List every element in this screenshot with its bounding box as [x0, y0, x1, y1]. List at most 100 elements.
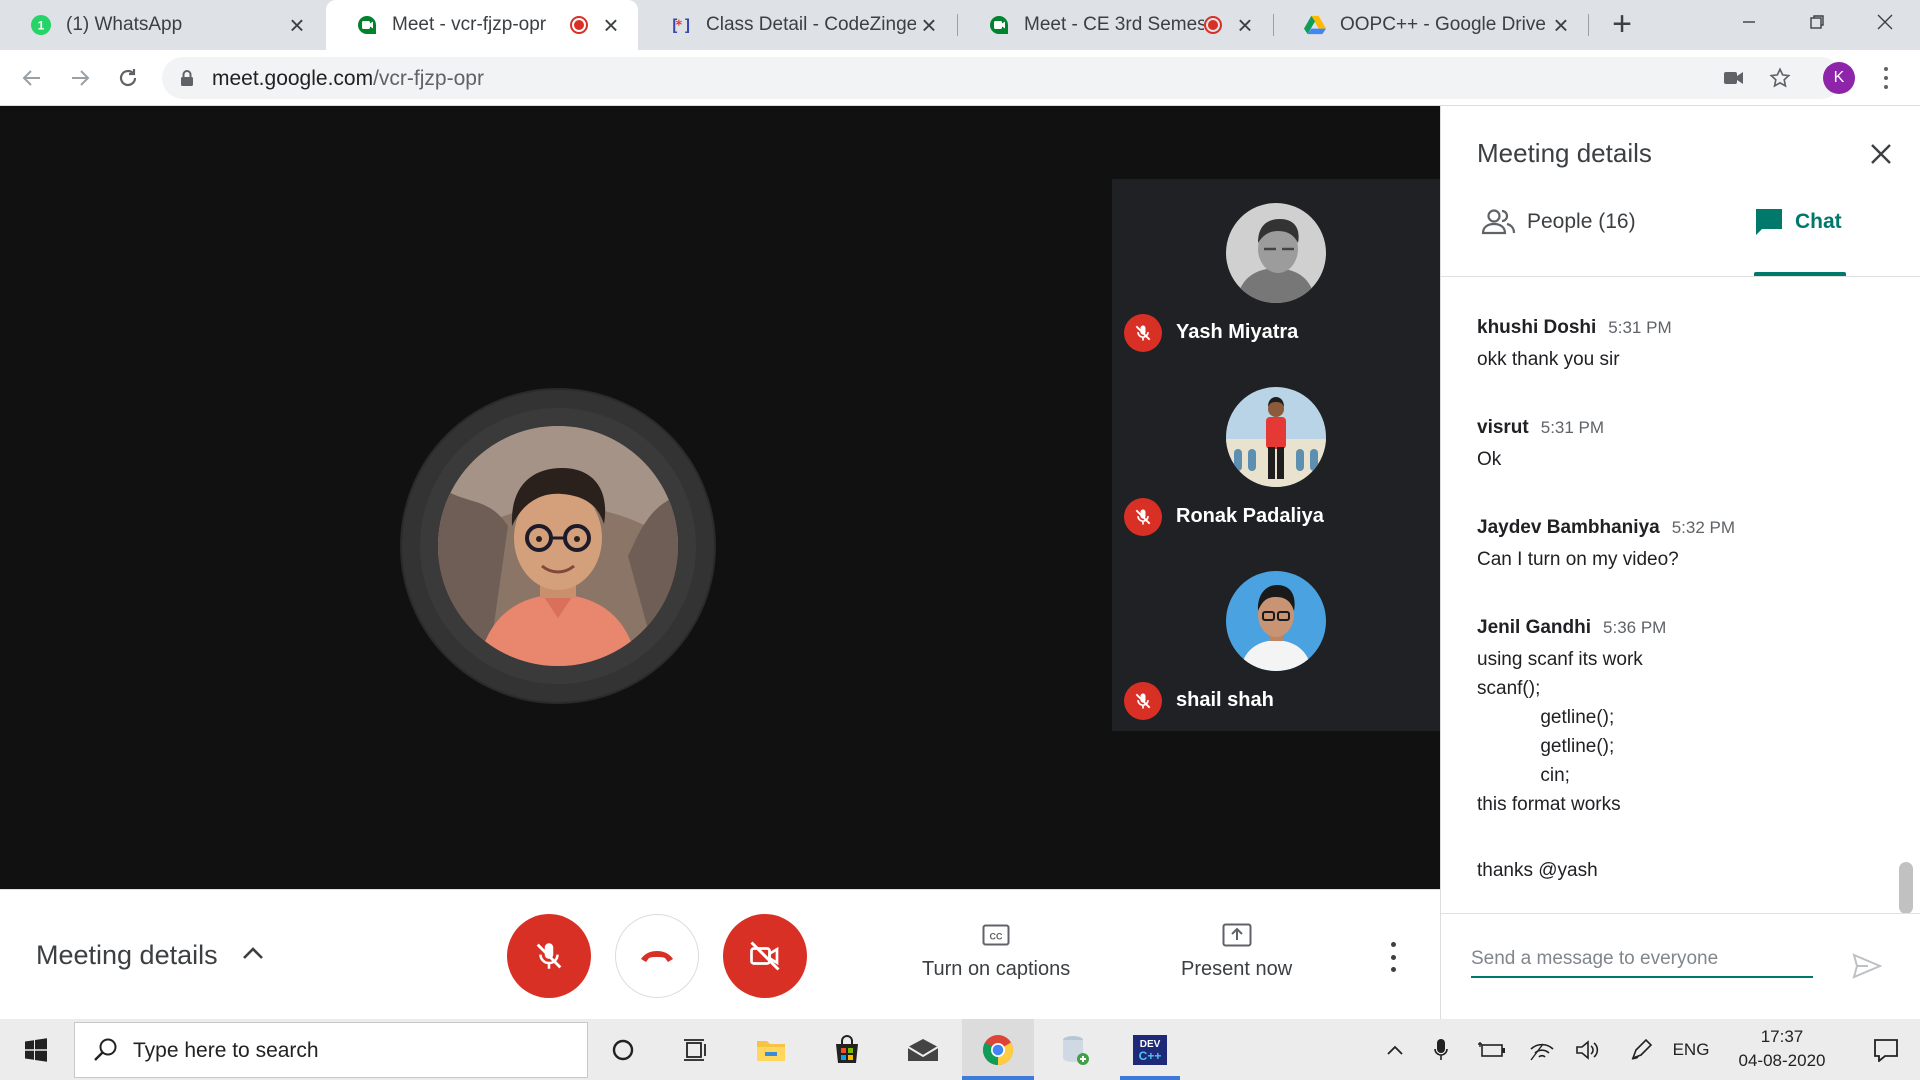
chat-bubble-icon — [1753, 207, 1785, 237]
close-icon[interactable] — [1867, 140, 1895, 168]
system-clock[interactable]: 17:37 04-08-2020 — [1722, 1025, 1842, 1073]
camera-off-icon — [750, 941, 780, 971]
browser-tab-strip: 1 (1) WhatsApp × Meet - vcr-fjzp-opr × [… — [0, 0, 1920, 50]
send-icon[interactable] — [1851, 950, 1883, 982]
chat-message: Jaydev Bambhaniya 5:32 PM Can I turn on … — [1477, 517, 1735, 571]
composer-divider — [1441, 913, 1920, 914]
tab-google-drive[interactable]: OOPC++ - Google Drive × — [1274, 0, 1588, 50]
chat-composer — [1471, 944, 1813, 978]
bookmark-star-icon[interactable] — [1768, 66, 1792, 90]
tab-title: Meet - vcr-fjzp-opr — [392, 14, 547, 35]
microsoft-store-icon[interactable] — [812, 1019, 882, 1080]
meeting-details-toggle[interactable]: Meeting details — [36, 940, 218, 971]
message-text: using scanf its work — [1477, 649, 1643, 670]
message-time: 5:31 PM — [1608, 318, 1672, 337]
chrome-taskbar-icon[interactable] — [962, 1019, 1034, 1080]
microphone-toggle-button[interactable] — [507, 914, 591, 998]
volume-icon[interactable] — [1570, 1019, 1606, 1080]
tab-codezinger[interactable]: [*] Class Detail - CodeZinger × — [640, 0, 956, 50]
microphone-tray-icon[interactable] — [1424, 1019, 1458, 1080]
database-app-icon[interactable] — [1040, 1019, 1110, 1080]
profile-avatar[interactable]: K — [1823, 62, 1855, 94]
pen-icon[interactable] — [1624, 1019, 1658, 1080]
participant-name: shail shah — [1176, 689, 1274, 711]
present-label: Present now — [1181, 958, 1293, 980]
input-language[interactable]: ENG — [1668, 1019, 1714, 1080]
clock-time: 17:37 — [1760, 1027, 1804, 1046]
back-arrow-icon[interactable] — [14, 60, 50, 96]
meeting-controls-bar: Meeting details CC Turn on captions Pres… — [0, 889, 1440, 1019]
chat-message: Jenil Gandhi 5:36 PM using scanf its wor… — [1477, 617, 1666, 816]
message-time: 5:36 PM — [1603, 618, 1667, 637]
meeting-stage: Yash Miyatra Ronak Padaliya shail shah — [0, 106, 1440, 889]
tab-close-icon[interactable]: × — [598, 12, 624, 38]
address-bar[interactable]: meet.google.com/vcr-fjzp-opr — [162, 57, 1842, 99]
recording-icon — [1204, 16, 1222, 34]
tab-people[interactable]: People (16) — [1481, 206, 1636, 238]
chat-scrollbar[interactable] — [1899, 862, 1913, 913]
action-center-icon[interactable] — [1852, 1019, 1920, 1080]
new-tab-button[interactable]: + — [1605, 7, 1639, 42]
tab-title: OOPC++ - Google Drive — [1340, 14, 1546, 35]
forward-arrow-icon[interactable] — [62, 60, 98, 96]
message-text: okk thank you sir — [1477, 349, 1620, 370]
tab-meet-active[interactable]: Meet - vcr-fjzp-opr × — [326, 0, 638, 50]
message-text: cin; — [1477, 765, 1570, 786]
chat-message-continued: thanks @yash — [1477, 860, 1598, 882]
chat-message-input[interactable] — [1471, 944, 1813, 974]
muted-mic-icon — [1124, 314, 1162, 352]
present-now-button[interactable]: Present now — [1181, 920, 1292, 981]
tab-close-icon[interactable]: × — [284, 12, 310, 38]
camera-in-use-icon[interactable] — [1722, 66, 1746, 90]
windows-start-icon[interactable] — [0, 1019, 72, 1080]
people-icon — [1481, 207, 1517, 237]
chevron-up-icon[interactable] — [238, 938, 268, 968]
tab-meet-ce[interactable]: Meet - CE 3rd Semeste × — [958, 0, 1272, 50]
browser-menu-icon[interactable] — [1876, 64, 1896, 92]
message-text: Can I turn on my video? — [1477, 549, 1679, 570]
participant-tile[interactable]: Ronak Padaliya — [1112, 363, 1440, 547]
camera-toggle-button[interactable] — [723, 914, 807, 998]
window-close-icon[interactable] — [1850, 0, 1920, 44]
clipped-message — [1477, 277, 1657, 287]
message-text: this format works — [1477, 794, 1621, 815]
cortana-icon[interactable] — [588, 1019, 658, 1080]
main-speaker-avatar — [438, 426, 678, 666]
tab-whatsapp[interactable]: 1 (1) WhatsApp × — [0, 0, 324, 50]
tab-chat[interactable]: Chat — [1753, 206, 1842, 238]
task-view-icon[interactable] — [660, 1019, 730, 1080]
captions-button[interactable]: CC Turn on captions — [922, 920, 1070, 981]
restore-icon[interactable] — [1782, 0, 1852, 44]
message-text: Ok — [1477, 449, 1502, 470]
chat-message: khushi Doshi 5:31 PM okk thank you sir — [1477, 317, 1672, 371]
message-text: scanf(); — [1477, 678, 1541, 699]
battery-icon[interactable] — [1474, 1019, 1510, 1080]
tab-close-icon[interactable]: × — [1232, 12, 1258, 38]
dev-cpp-icon[interactable]: DEV C++ — [1115, 1019, 1185, 1080]
reload-icon[interactable] — [110, 60, 146, 96]
message-time: 5:31 PM — [1540, 418, 1605, 437]
participant-name: Ronak Padaliya — [1176, 505, 1324, 527]
file-explorer-icon[interactable] — [736, 1019, 806, 1080]
closed-captions-icon: CC — [981, 920, 1011, 950]
message-text: getline(); — [1477, 736, 1615, 757]
windows-taskbar: Type here to search DEV C++ ENG 17:37 04… — [0, 1019, 1920, 1080]
message-time: 5:32 PM — [1671, 518, 1736, 537]
active-app-indicator — [1120, 1076, 1180, 1080]
participant-tile[interactable]: shail shah — [1112, 547, 1440, 731]
wifi-icon[interactable] — [1524, 1019, 1560, 1080]
leave-call-button[interactable] — [615, 914, 699, 998]
more-options-icon[interactable] — [1388, 942, 1398, 972]
mail-icon[interactable] — [888, 1019, 958, 1080]
tab-close-icon[interactable]: × — [916, 12, 942, 38]
minimize-icon[interactable] — [1714, 0, 1784, 44]
tab-close-icon[interactable]: × — [1548, 12, 1574, 38]
chat-message: visrut 5:31 PM Ok — [1477, 417, 1604, 471]
participant-tile[interactable]: Yash Miyatra — [1112, 179, 1440, 363]
participants-strip: Yash Miyatra Ronak Padaliya shail shah — [1112, 179, 1440, 731]
taskbar-search-box[interactable]: Type here to search — [74, 1022, 588, 1078]
message-text: getline(); — [1477, 707, 1615, 728]
show-hidden-icons-chevron-icon[interactable] — [1378, 1019, 1412, 1080]
codezinger-icon: [*] — [670, 14, 692, 36]
svg-text:C++: C++ — [1139, 1049, 1162, 1063]
